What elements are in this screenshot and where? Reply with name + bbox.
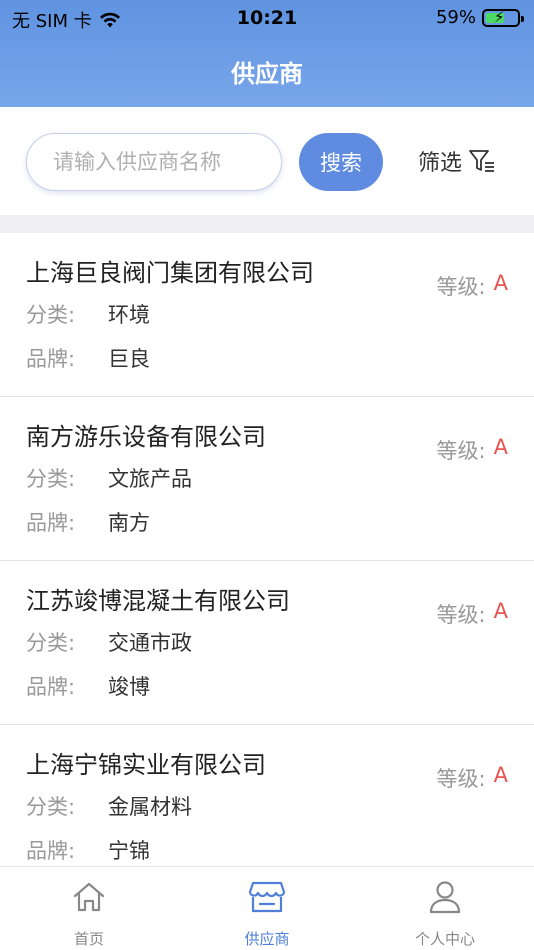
search-input[interactable] xyxy=(26,133,282,191)
category-row: 分类: 文旅产品 xyxy=(26,463,192,493)
grade-badge: 等级: A xyxy=(437,763,508,793)
category-value: 交通市政 xyxy=(108,631,192,655)
filter-label: 筛选 xyxy=(418,151,463,176)
tab-profile[interactable]: 个人中心 xyxy=(356,867,534,950)
supplier-name: 江苏竣博混凝土有限公司 xyxy=(26,587,290,615)
page-title: 供应商 xyxy=(231,60,303,88)
grade-label: 等级: xyxy=(436,603,486,627)
grade-label: 等级: xyxy=(436,439,486,463)
supplier-name: 上海宁锦实业有限公司 xyxy=(26,751,266,779)
brand-value: 南方 xyxy=(108,511,150,535)
tab-label: 个人中心 xyxy=(414,930,475,948)
tab-home[interactable]: 首页 xyxy=(0,867,178,950)
category-row: 分类: 环境 xyxy=(26,299,150,329)
grade-value: A xyxy=(493,763,508,787)
supplier-card[interactable]: 南方游乐设备有限公司 分类: 文旅产品 品牌: 南方 等级: A xyxy=(0,397,534,561)
battery-percent: 59% xyxy=(435,7,476,28)
brand-row: 品牌: 南方 xyxy=(26,507,150,537)
brand-value: 巨良 xyxy=(108,347,150,371)
tab-supplier[interactable]: 供应商 xyxy=(178,867,356,950)
app-header: 无 SIM 卡 10:21 59% ⚡ 供应商 xyxy=(0,0,534,107)
category-label: 分类: xyxy=(26,795,76,819)
brand-value: 宁锦 xyxy=(108,839,150,863)
category-value: 环境 xyxy=(108,303,150,327)
brand-value: 竣博 xyxy=(108,675,150,699)
grade-badge: 等级: A xyxy=(437,435,508,465)
grade-label: 等级: xyxy=(436,767,486,791)
search-button[interactable]: 搜索 xyxy=(299,133,383,191)
status-bar: 无 SIM 卡 10:21 59% ⚡ xyxy=(0,0,534,36)
category-value: 金属材料 xyxy=(108,795,192,819)
supplier-card[interactable]: 江苏竣博混凝土有限公司 分类: 交通市政 品牌: 竣博 等级: A xyxy=(0,561,534,725)
search-row: 搜索 筛选 xyxy=(0,107,534,215)
grade-value: A xyxy=(493,435,508,459)
supplier-card[interactable]: 上海宁锦实业有限公司 分类: 金属材料 品牌: 宁锦 等级: A xyxy=(0,725,534,889)
user-icon xyxy=(429,881,461,914)
tab-bar: 首页 供应商 个人中心 xyxy=(0,866,534,950)
funnel-icon xyxy=(469,150,495,172)
category-label: 分类: xyxy=(26,467,76,491)
grade-badge: 等级: A xyxy=(437,599,508,629)
filter-button[interactable]: 筛选 xyxy=(418,145,496,177)
brand-label: 品牌: xyxy=(26,839,76,863)
category-value: 文旅产品 xyxy=(108,467,192,491)
brand-label: 品牌: xyxy=(26,675,76,699)
store-icon xyxy=(248,881,286,913)
battery-charging-icon: ⚡ xyxy=(482,7,524,27)
supplier-card[interactable]: 上海巨良阀门集团有限公司 分类: 环境 品牌: 巨良 等级: A xyxy=(0,233,534,397)
section-divider xyxy=(0,215,534,233)
status-right: 59% ⚡ xyxy=(435,7,524,28)
brand-row: 品牌: 巨良 xyxy=(26,343,150,373)
supplier-name: 南方游乐设备有限公司 xyxy=(26,423,266,451)
category-row: 分类: 交通市政 xyxy=(26,627,192,657)
bolt-icon: ⚡ xyxy=(494,7,505,26)
supplier-list: 上海巨良阀门集团有限公司 分类: 环境 品牌: 巨良 等级: A 南方游乐设备有… xyxy=(0,233,534,889)
category-label: 分类: xyxy=(26,303,76,327)
grade-label: 等级: xyxy=(436,275,486,299)
brand-label: 品牌: xyxy=(26,347,76,371)
brand-row: 品牌: 宁锦 xyxy=(26,835,150,865)
category-row: 分类: 金属材料 xyxy=(26,791,192,821)
supplier-name: 上海巨良阀门集团有限公司 xyxy=(26,259,314,287)
brand-label: 品牌: xyxy=(26,511,76,535)
grade-badge: 等级: A xyxy=(437,271,508,301)
grade-value: A xyxy=(493,271,508,295)
battery-cap xyxy=(521,15,524,22)
tab-label: 首页 xyxy=(73,930,104,948)
grade-value: A xyxy=(493,599,508,623)
home-icon xyxy=(73,882,105,912)
tab-label: 供应商 xyxy=(244,930,290,948)
brand-row: 品牌: 竣博 xyxy=(26,671,150,701)
category-label: 分类: xyxy=(26,631,76,655)
